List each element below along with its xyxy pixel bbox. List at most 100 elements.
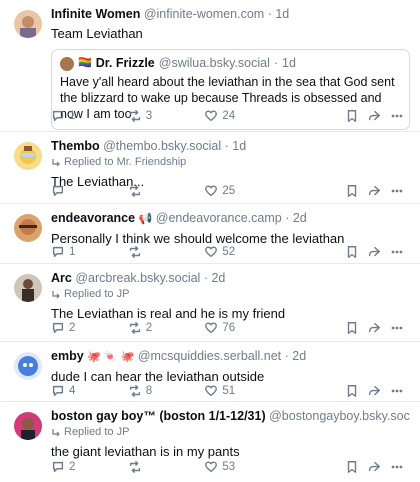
post-header: Thembo @thembo.bsky.social · 1d: [51, 139, 247, 153]
like-button[interactable]: 52: [204, 245, 344, 259]
post-time[interactable]: 1d: [232, 139, 246, 153]
author-handle[interactable]: @bostongayboy.bsky.social: [269, 409, 410, 423]
share-arrow-icon: [369, 461, 381, 472]
share-button[interactable]: [367, 109, 389, 123]
speech-bubble-icon: [52, 461, 64, 473]
bookmark-icon: [347, 461, 356, 473]
post-header: endeavorance 📢 @endeavorance.camp · 2d: [51, 211, 307, 225]
save-button[interactable]: [345, 184, 367, 198]
ellipsis-icon: [391, 114, 402, 118]
share-button[interactable]: [367, 245, 389, 259]
author-handle[interactable]: @arcbreak.bsky.social: [75, 271, 200, 285]
like-button[interactable]: 76: [204, 321, 344, 335]
share-arrow-icon: [369, 322, 381, 333]
more-button[interactable]: [390, 321, 412, 335]
like-button[interactable]: 25: [204, 184, 344, 198]
author-handle[interactable]: @thembo.bsky.social: [103, 139, 221, 153]
author-name[interactable]: emby: [51, 349, 84, 363]
author-handle[interactable]: @mcsquiddies.serball.net: [138, 349, 281, 363]
reply-arrow-icon: [52, 158, 60, 166]
avatar[interactable]: [14, 412, 42, 440]
more-button[interactable]: [390, 245, 412, 259]
save-button[interactable]: [345, 460, 367, 474]
post[interactable]: Arc @arcbreak.bsky.social · 2d Replied t…: [0, 264, 420, 342]
reply-button[interactable]: [51, 184, 128, 198]
ellipsis-icon: [391, 389, 402, 393]
reply-count: 1: [69, 246, 76, 258]
like-count: 52: [222, 246, 236, 258]
reply-button[interactable]: 1: [51, 109, 128, 123]
like-button[interactable]: 24: [204, 109, 344, 123]
avatar[interactable]: [14, 274, 42, 302]
post-time[interactable]: 2d: [211, 271, 225, 285]
reply-button[interactable]: 2: [51, 321, 128, 335]
share-arrow-icon: [369, 246, 381, 257]
author-handle[interactable]: @infinite-women.com: [144, 7, 264, 21]
repost-button[interactable]: 3: [128, 109, 205, 123]
author-name[interactable]: boston gay boy™ (boston 1/1-12/31): [51, 409, 266, 423]
repost-count: 3: [145, 110, 153, 122]
repost-button[interactable]: [128, 184, 205, 198]
reply-count: 2: [69, 461, 76, 473]
avatar[interactable]: [14, 352, 42, 380]
ellipsis-icon: [391, 326, 402, 330]
post-actions: 1 52: [51, 243, 412, 261]
speech-bubble-icon: [52, 110, 64, 122]
post-body: Arc @arcbreak.bsky.social · 2d Replied t…: [51, 270, 410, 323]
post-time[interactable]: 1d: [275, 7, 289, 21]
post-actions: 2 53: [51, 458, 412, 476]
more-button[interactable]: [390, 184, 412, 198]
repost-button[interactable]: [128, 245, 205, 259]
bookmark-icon: [347, 110, 356, 122]
reply-context[interactable]: Replied to JP: [51, 287, 410, 302]
post-actions: 25: [51, 182, 412, 200]
repost-button[interactable]: [128, 460, 205, 474]
post-text: Team Leviathan: [51, 26, 143, 41]
save-button[interactable]: [345, 321, 367, 335]
author-name[interactable]: endeavorance: [51, 211, 135, 225]
more-button[interactable]: [390, 109, 412, 123]
post[interactable]: endeavorance 📢 @endeavorance.camp · 2d P…: [0, 204, 420, 264]
avatar[interactable]: [14, 10, 42, 38]
post-time[interactable]: 2d: [292, 349, 306, 363]
author-handle[interactable]: @endeavorance.camp: [156, 211, 282, 225]
share-button[interactable]: [367, 384, 389, 398]
reply-button[interactable]: 2: [51, 460, 128, 474]
post[interactable]: emby 🐙 🍬 🐙 @mcsquiddies.serball.net · 2d…: [0, 342, 420, 402]
post-header: Arc @arcbreak.bsky.social · 2d: [51, 271, 226, 285]
reply-context[interactable]: Replied to JP: [51, 425, 410, 440]
post[interactable]: Infinite Women @infinite-women.com · 1d …: [0, 0, 420, 132]
heart-icon: [205, 110, 218, 122]
repost-button[interactable]: 8: [128, 384, 205, 398]
save-button[interactable]: [345, 384, 367, 398]
share-button[interactable]: [367, 184, 389, 198]
share-button[interactable]: [367, 460, 389, 474]
post[interactable]: boston gay boy™ (boston 1/1-12/31) @bost…: [0, 402, 420, 482]
share-arrow-icon: [369, 110, 381, 121]
like-count: 51: [222, 385, 236, 397]
save-button[interactable]: [345, 245, 367, 259]
like-button[interactable]: 51: [204, 384, 344, 398]
reply-button[interactable]: 4: [51, 384, 128, 398]
like-button[interactable]: 53: [204, 460, 344, 474]
author-name[interactable]: Thembo: [51, 139, 100, 153]
more-button[interactable]: [390, 460, 412, 474]
post-time[interactable]: 2d: [293, 211, 307, 225]
save-button[interactable]: [345, 109, 367, 123]
author-name[interactable]: Arc: [51, 271, 72, 285]
post-body: emby 🐙 🍬 🐙 @mcsquiddies.serball.net · 2d…: [51, 348, 410, 386]
like-count: 53: [222, 461, 236, 473]
reply-context[interactable]: Replied to Mr. Friendship: [51, 155, 410, 170]
more-button[interactable]: [390, 384, 412, 398]
reply-count: 2: [69, 322, 76, 334]
avatar[interactable]: [14, 214, 42, 242]
post[interactable]: Thembo @thembo.bsky.social · 1d Replied …: [0, 132, 420, 204]
speech-bubble-icon: [52, 246, 64, 258]
author-name[interactable]: Infinite Women: [51, 7, 140, 21]
repost-count: 8: [145, 385, 153, 397]
avatar[interactable]: [14, 142, 42, 170]
share-button[interactable]: [367, 321, 389, 335]
repost-button[interactable]: 2: [128, 321, 205, 335]
share-arrow-icon: [369, 185, 381, 196]
reply-button[interactable]: 1: [51, 245, 128, 259]
